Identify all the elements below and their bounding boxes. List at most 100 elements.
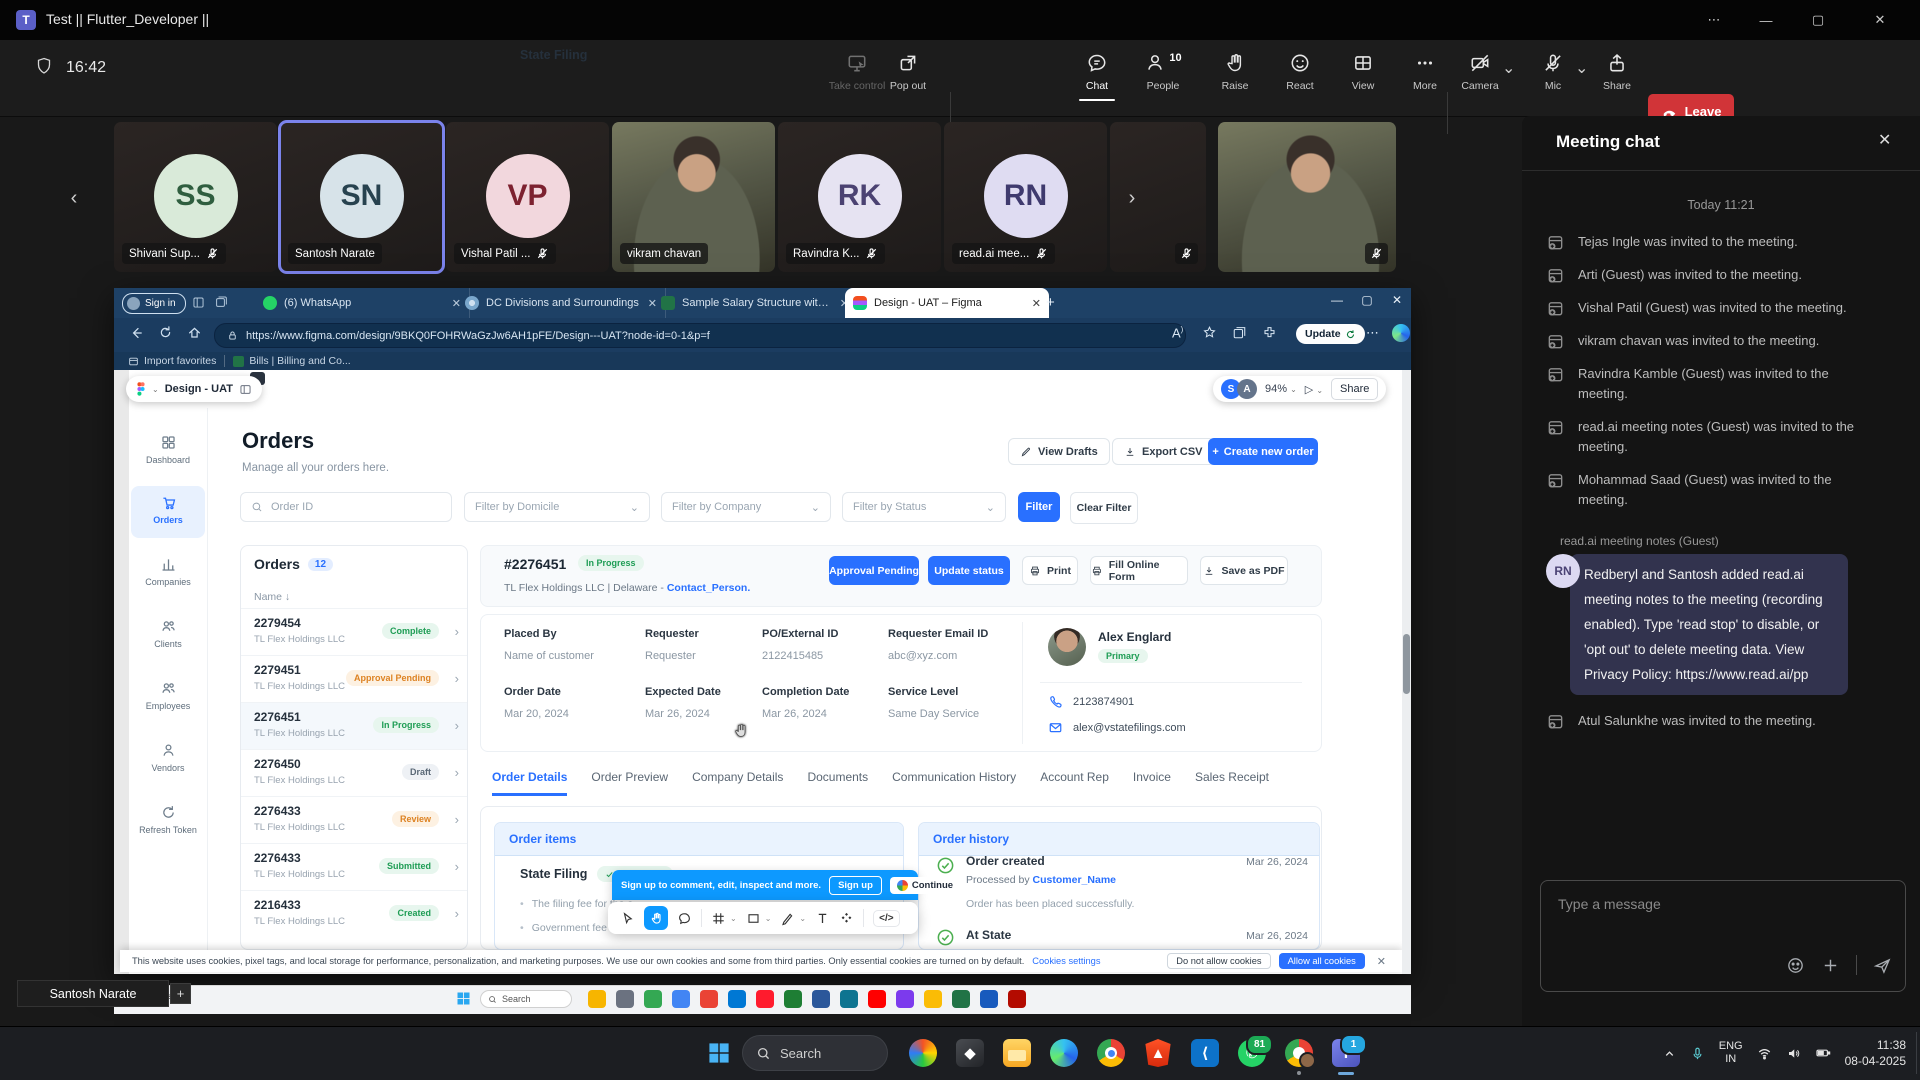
chevron-right-icon[interactable]: › xyxy=(455,812,459,827)
approval-pending-button[interactable]: Approval Pending xyxy=(829,556,919,585)
order-id-input[interactable]: Order ID xyxy=(240,492,452,522)
tiles-scroll-right-button[interactable]: › xyxy=(1120,186,1144,210)
shape-tool-icon[interactable] xyxy=(746,911,761,926)
fill-online-form-button[interactable]: Fill Online Form xyxy=(1090,556,1188,585)
contact-phone-row[interactable]: 2123874901 xyxy=(1048,694,1134,709)
shared-app-icon-9[interactable] xyxy=(812,990,830,1008)
shared-app-icon-14[interactable] xyxy=(952,990,970,1008)
window-minimize-button[interactable]: — xyxy=(1744,0,1788,40)
shield-app-button[interactable]: ◆ xyxy=(951,1034,989,1072)
frame-tool-icon[interactable] xyxy=(711,911,726,926)
edge-button[interactable] xyxy=(1045,1034,1083,1072)
attach-plus-icon[interactable] xyxy=(1821,956,1840,975)
tray-wifi-icon[interactable] xyxy=(1757,1046,1772,1061)
chevron-right-icon[interactable]: › xyxy=(455,671,459,686)
contact-email-row[interactable]: alex@vstatefilings.com xyxy=(1048,720,1186,735)
tab-documents[interactable]: Documents xyxy=(807,770,868,796)
video-tile-ravindra-k---[interactable]: RKRavindra K... xyxy=(778,122,941,272)
chevron-right-icon[interactable]: › xyxy=(455,765,459,780)
shared-app-icon-15[interactable] xyxy=(980,990,998,1008)
vertical-tabs-icon[interactable] xyxy=(192,296,205,309)
tray-mic-icon[interactable] xyxy=(1690,1046,1705,1061)
vscode-button[interactable]: ⟨ xyxy=(1186,1034,1224,1072)
browser-close-button[interactable]: ✕ xyxy=(1382,293,1412,307)
taskbar-search[interactable]: Search xyxy=(742,1035,888,1071)
back-icon[interactable] xyxy=(128,325,144,341)
pen-tool-icon[interactable] xyxy=(780,911,795,926)
hand-tool-icon[interactable] xyxy=(644,906,668,930)
shared-app-icon-12[interactable] xyxy=(896,990,914,1008)
whatsapp-button[interactable]: ✆81 xyxy=(1233,1034,1271,1072)
shared-app-icon-1[interactable] xyxy=(588,990,606,1008)
chevron-right-icon[interactable]: › xyxy=(455,624,459,639)
chevron-down-icon[interactable]: ⌄ xyxy=(1502,58,1515,78)
order-row-2276433[interactable]: 2276433TL Flex Holdings LLCReview› xyxy=(241,796,467,844)
filter-status-dropdown[interactable]: Filter by Status⌄ xyxy=(842,492,1006,522)
chat-message-bubble[interactable]: Redberyl and Santosh added read.ai meeti… xyxy=(1570,554,1848,695)
name-column-header[interactable]: Name ↓ xyxy=(254,591,290,603)
sidebar-item-clients[interactable]: Clients xyxy=(129,618,207,649)
copilot-button[interactable] xyxy=(904,1034,942,1072)
browser-update-button[interactable]: Update xyxy=(1296,324,1365,344)
filter-company-dropdown[interactable]: Filter by Company⌄ xyxy=(661,492,831,522)
shared-app-icon-7[interactable] xyxy=(756,990,774,1008)
tab-close-icon[interactable]: ✕ xyxy=(1032,297,1041,310)
tab-sales-receipt[interactable]: Sales Receipt xyxy=(1195,770,1269,796)
prototype-play-button[interactable]: ▷ ⌄ xyxy=(1305,383,1323,396)
components-icon[interactable] xyxy=(839,911,854,926)
comment-tool-icon[interactable] xyxy=(677,911,692,926)
presenter-add-button[interactable]: + xyxy=(170,983,191,1004)
deny-cookies-button[interactable]: Do not allow cookies xyxy=(1167,953,1270,969)
export-csv-button[interactable]: Export CSV xyxy=(1112,438,1215,465)
collaborator-avatar[interactable]: A xyxy=(1237,379,1257,399)
browser-minimize-button[interactable]: — xyxy=(1322,293,1352,307)
tab-communication-history[interactable]: Communication History xyxy=(892,770,1016,796)
extensions-icon[interactable] xyxy=(1262,325,1277,340)
language-indicator[interactable]: ENGIN xyxy=(1719,1040,1743,1066)
move-tool-icon[interactable] xyxy=(620,911,635,926)
video-tile-vishal-patil----[interactable]: VPVishal Patil ... xyxy=(446,122,609,272)
read-aloud-icon[interactable]: A) xyxy=(1172,325,1183,340)
chevron-right-icon[interactable]: › xyxy=(455,718,459,733)
home-icon[interactable] xyxy=(187,325,202,340)
dev-mode-icon[interactable]: </> xyxy=(873,910,899,927)
copilot-icon[interactable] xyxy=(1392,324,1410,342)
favorite-star-icon[interactable] xyxy=(1202,325,1217,340)
figma-file-pill[interactable]: ⌄ Design - UAT xyxy=(126,376,262,402)
sidebar-item-companies[interactable]: Companies xyxy=(129,556,207,587)
toolbar-react-button[interactable]: React xyxy=(1264,52,1336,92)
refresh-icon[interactable] xyxy=(158,325,173,340)
clear-filter-button[interactable]: Clear Filter xyxy=(1070,492,1138,524)
tab-group-icon[interactable] xyxy=(214,296,227,309)
text-tool-icon[interactable] xyxy=(815,911,830,926)
shared-app-icon-3[interactable] xyxy=(644,990,662,1008)
import-favorites-button[interactable]: Import favorites xyxy=(128,355,216,367)
brave-button[interactable]: ▲ xyxy=(1139,1034,1177,1072)
tab-account-rep[interactable]: Account Rep xyxy=(1040,770,1109,796)
shared-app-icon-8[interactable] xyxy=(784,990,802,1008)
sidebar-item-refresh-token[interactable]: Refresh Token xyxy=(129,804,207,835)
chrome-profile-button[interactable] xyxy=(1280,1034,1318,1072)
sidebar-item-dashboard[interactable]: Dashboard xyxy=(129,434,207,465)
chat-close-icon[interactable]: ✕ xyxy=(1878,130,1891,150)
tab-order-preview[interactable]: Order Preview xyxy=(591,770,668,796)
filter-domicile-dropdown[interactable]: Filter by Domicile⌄ xyxy=(464,492,650,522)
tab-company-details[interactable]: Company Details xyxy=(692,770,783,796)
filter-button[interactable]: Filter xyxy=(1018,492,1060,522)
tab-order-details[interactable]: Order Details xyxy=(492,770,567,796)
contact-person-link[interactable]: Contact_Person. xyxy=(667,582,750,594)
teams-button[interactable]: T1 xyxy=(1327,1034,1365,1072)
video-tile-vikram-chavan[interactable]: vikram chavan xyxy=(612,122,775,272)
browser-restore-button[interactable]: ▢ xyxy=(1352,293,1382,307)
toolbar-raise-button[interactable]: Raise xyxy=(1199,52,1271,92)
shared-app-icon-11[interactable] xyxy=(868,990,886,1008)
cookies-settings-link[interactable]: Cookies settings xyxy=(1032,956,1100,966)
toolbar-pop-out-button[interactable]: Pop out xyxy=(872,52,944,92)
print-button[interactable]: Print xyxy=(1022,556,1078,585)
cookie-close-icon[interactable]: ✕ xyxy=(1373,955,1390,968)
browser-tab-1[interactable]: (6) WhatsApp✕ xyxy=(255,288,470,318)
chrome-button[interactable] xyxy=(1092,1034,1130,1072)
allow-cookies-button[interactable]: Allow all cookies xyxy=(1279,953,1365,969)
order-row-2279451[interactable]: 2279451TL Flex Holdings LLCApproval Pend… xyxy=(241,655,467,703)
taskbar-clock[interactable]: 11:3808-04-2025 xyxy=(1845,1037,1906,1069)
